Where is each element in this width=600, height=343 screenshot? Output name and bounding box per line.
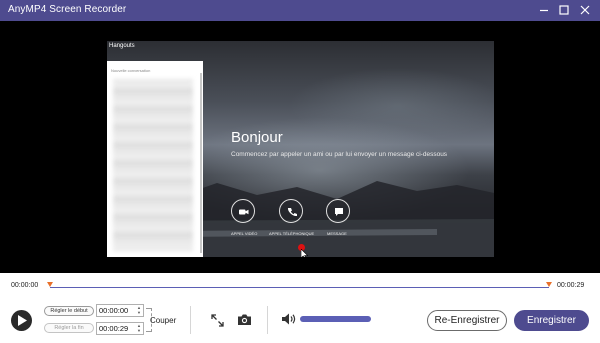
timeline-track[interactable] [50, 287, 549, 288]
video-camera-icon [239, 209, 249, 215]
divider [190, 306, 191, 334]
app-label: Hangouts [109, 43, 135, 49]
message-action [326, 199, 350, 223]
video-call-action [231, 199, 255, 223]
greeting-text: Bonjour [231, 129, 283, 146]
panel-header: Nouvelle conversation [111, 68, 151, 73]
conversation-panel: Nouvelle conversation [107, 61, 203, 257]
video-preview: Hangouts Nouvelle conversation Bonjour C… [0, 21, 600, 273]
phone-call-action [279, 199, 303, 223]
end-time-value: 00:00:29 [99, 324, 129, 333]
start-time-stepper[interactable]: ▲ ▼ [136, 305, 142, 316]
start-time-value: 00:00:00 [99, 306, 129, 315]
panel-scrollbar [200, 73, 202, 253]
window-title: AnyMP4 Screen Recorder [8, 4, 127, 15]
maximize-icon[interactable] [557, 3, 571, 17]
camera-icon[interactable] [237, 313, 252, 331]
end-trim-marker[interactable] [546, 282, 552, 287]
timeline-start-time: 00:00:00 [11, 282, 39, 289]
greeting-subtitle: Commencez par appeler un ami ou par lui … [231, 151, 448, 158]
video-call-label: APPEL VIDÉO [231, 231, 258, 236]
start-trim-marker[interactable] [47, 282, 53, 287]
timeline: 00:00:00 00:00:29 [0, 273, 600, 299]
cut-button[interactable]: Couper [150, 316, 176, 325]
start-time-input[interactable]: 00:00:00 ▲ ▼ [96, 304, 144, 317]
timeline-end-time: 00:00:29 [557, 282, 585, 289]
expand-icon[interactable] [211, 314, 224, 332]
volume-slider[interactable] [300, 316, 371, 322]
phone-call-label: APPEL TÉLÉPHONIQUE [269, 231, 315, 236]
message-label: MESSAGE [327, 231, 347, 236]
mouse-cursor-icon [301, 249, 309, 257]
chat-bubble-icon [335, 208, 343, 216]
close-icon[interactable] [578, 3, 592, 17]
play-button[interactable] [11, 310, 32, 331]
end-time-input[interactable]: 00:00:29 ▲ ▼ [96, 322, 144, 335]
rerecord-button[interactable]: Re-Enregistrer [427, 310, 507, 331]
play-icon [18, 315, 27, 326]
speaker-icon[interactable] [281, 312, 297, 331]
phone-icon [287, 208, 297, 217]
set-end-button[interactable]: Régler la fin [44, 323, 94, 333]
minimize-icon[interactable] [537, 3, 551, 17]
divider [267, 306, 268, 334]
title-bar: AnyMP4 Screen Recorder [0, 0, 600, 21]
recorded-frame: Hangouts Nouvelle conversation Bonjour C… [107, 41, 494, 257]
set-start-button[interactable]: Régler le début [44, 306, 94, 316]
end-time-stepper[interactable]: ▲ ▼ [136, 323, 142, 334]
save-button[interactable]: Enregistrer [514, 310, 589, 331]
blurred-contact-list [113, 79, 193, 251]
